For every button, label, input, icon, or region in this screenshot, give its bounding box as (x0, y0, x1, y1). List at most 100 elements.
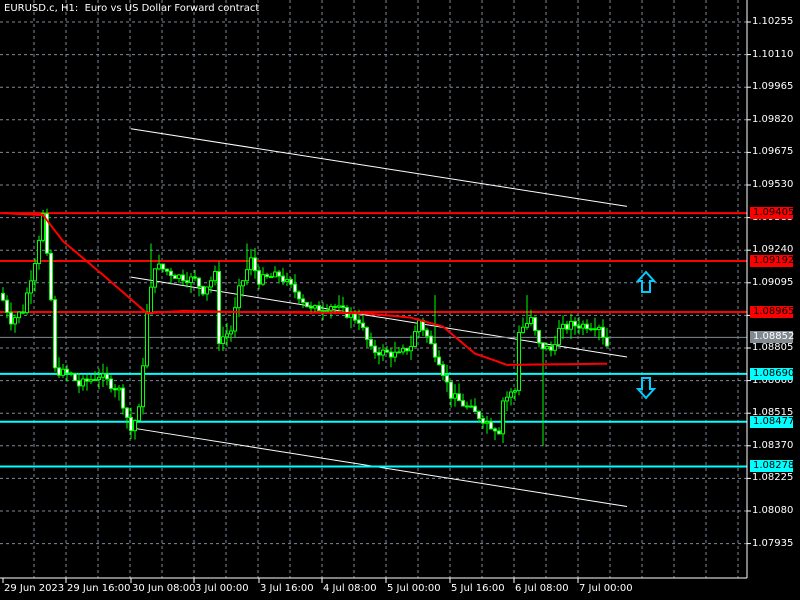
candle-body (333, 305, 337, 308)
candle-body (377, 351, 381, 356)
candle-body (237, 285, 241, 309)
candle-body (357, 319, 361, 324)
candle-body (165, 268, 169, 272)
time-tick-label: 29 Jun 2023 (4, 583, 65, 594)
candle-body (469, 405, 473, 408)
candle-body (589, 328, 593, 331)
candle-body (253, 257, 257, 272)
candle-body (109, 378, 113, 390)
time-tick-label: 30 Jun 08:00 (132, 583, 196, 594)
candle-body (225, 333, 229, 338)
time-tick-label: 7 Jul 00:00 (579, 583, 633, 594)
candle-body (125, 407, 129, 418)
candle-body (453, 393, 457, 399)
candle-body (145, 313, 149, 367)
candle-body (509, 391, 513, 398)
time-tick-label: 3 Jul 00:00 (195, 583, 249, 594)
candle-body (425, 329, 429, 337)
price-tick-label: 1.10110 (752, 48, 794, 60)
candle-body (405, 347, 409, 352)
candle-body (273, 271, 277, 278)
candle-body (189, 276, 193, 284)
candle-body (457, 393, 461, 402)
candle-body (141, 365, 145, 408)
resistance-price-tag: 1.09192 (750, 254, 794, 267)
candle-body (417, 319, 421, 333)
candle-body (513, 390, 517, 393)
candle-body (541, 342, 545, 350)
price-levels[interactable] (0, 212, 747, 468)
time-tick-label: 29 Jun 16:00 (67, 583, 131, 594)
candle-body (353, 313, 357, 321)
channel-trendline[interactable] (130, 128, 628, 207)
candle-body (429, 335, 433, 345)
price-tick-label: 1.08370 (752, 439, 794, 451)
candle-body (117, 387, 121, 391)
candle-body (529, 317, 533, 325)
price-tick-label: 1.10255 (752, 16, 794, 27)
candle-body (241, 280, 245, 287)
candle-body (313, 305, 317, 309)
candle-body (485, 421, 489, 424)
resistance-price-tag: 1.09405 (750, 207, 794, 220)
candle-body (337, 305, 341, 308)
candle-body (25, 292, 29, 314)
time-tick-label: 5 Jul 16:00 (451, 583, 505, 594)
candle-body (297, 291, 301, 300)
chart-title: EURUSD.c, H1: Euro vs US Dollar Forward … (4, 3, 260, 14)
candle-body (85, 378, 89, 382)
candle-body (149, 286, 153, 315)
candle-body (525, 323, 529, 328)
candle-body (257, 270, 261, 285)
price-tick-label: 1.09965 (752, 81, 794, 93)
candle-body (585, 323, 589, 330)
candle-body (593, 328, 597, 331)
candle-body (557, 327, 561, 346)
candle-body (229, 330, 233, 335)
candle-body (321, 309, 325, 312)
time-tick-label: 5 Jul 00:00 (387, 583, 441, 594)
candle-body (177, 274, 181, 279)
price-tick-label: 1.09530 (752, 179, 794, 190)
candle-body (221, 336, 225, 345)
candle-body (317, 305, 321, 312)
candle-body (409, 345, 413, 352)
candle-body (157, 263, 161, 270)
candle-body (465, 405, 469, 408)
candle-body (21, 311, 25, 314)
time-tick-label: 4 Jul 08:00 (323, 583, 377, 594)
candle-body (205, 286, 209, 295)
support-price-tag: 1.08477 (750, 415, 794, 428)
candle-body (393, 351, 397, 358)
candle-body (309, 306, 313, 309)
candle-body (401, 347, 405, 353)
candle-body (549, 346, 553, 351)
candle-body (29, 280, 33, 294)
candle-body (505, 396, 509, 402)
price-chart[interactable] (0, 0, 800, 600)
arrow-up-icon (635, 270, 657, 293)
price-tick-label: 1.09095 (752, 276, 794, 288)
candle-body (605, 336, 609, 347)
price-tick-label: 1.08225 (752, 472, 794, 484)
support-price-tag: 1.08278 (750, 460, 794, 473)
candle-body (277, 271, 281, 277)
candle-body (181, 274, 185, 282)
candle-body (197, 277, 201, 287)
candle-body (9, 311, 13, 325)
time-tick-label: 3 Jul 16:00 (260, 583, 314, 594)
candle-body (385, 349, 389, 353)
candle-body (497, 430, 501, 435)
candle-body (161, 263, 165, 270)
candle-body (437, 356, 441, 366)
candle-body (397, 351, 401, 354)
candle-body (601, 326, 605, 338)
candle-body (33, 263, 37, 282)
candle-body (329, 305, 333, 311)
time-tick-label: 6 Jul 08:00 (515, 583, 569, 594)
candle-body (533, 317, 537, 332)
candle-body (433, 343, 437, 358)
price-tick-label: 1.09820 (752, 113, 794, 125)
candle-body (325, 309, 329, 312)
candle-body (133, 420, 137, 432)
